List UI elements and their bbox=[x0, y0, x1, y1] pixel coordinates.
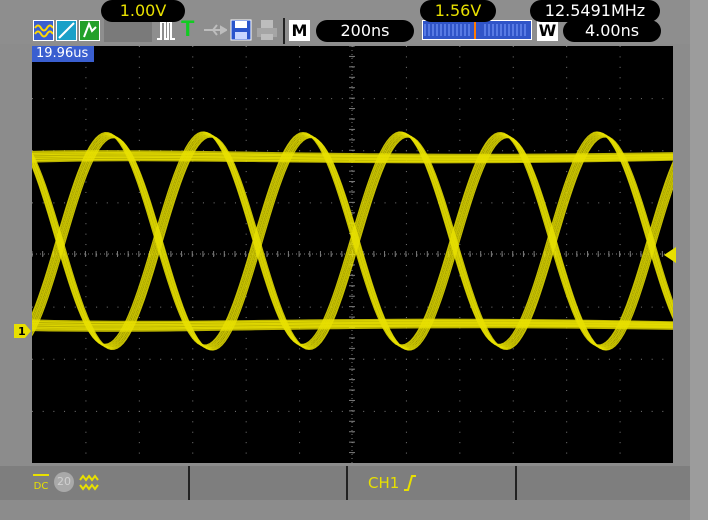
slope-icon[interactable] bbox=[56, 20, 77, 41]
side-scrollbar[interactable] bbox=[690, 0, 708, 520]
trigger-delay-tag[interactable]: 19.96us bbox=[32, 46, 95, 62]
trigger-status-letter: T bbox=[181, 16, 195, 41]
eye-diagram-traces bbox=[32, 131, 673, 351]
invert-icon bbox=[79, 473, 99, 493]
pulse-trigger-icon[interactable] bbox=[156, 19, 176, 41]
trigger-level-readout[interactable]: 1.56V bbox=[420, 0, 496, 22]
rising-edge-icon bbox=[404, 474, 416, 492]
channel-1-offset-marker[interactable]: 1 bbox=[14, 323, 31, 339]
bottom-divider-1 bbox=[188, 466, 190, 500]
window-timebase-letter: W bbox=[537, 20, 558, 41]
channel-1-marker-label: 1 bbox=[18, 325, 26, 338]
bottom-status-bar bbox=[0, 466, 690, 500]
bandwidth-limit-icon: 20 bbox=[54, 472, 74, 492]
trigger-level-marker[interactable] bbox=[664, 247, 676, 263]
coupling-label: DC bbox=[33, 481, 49, 492]
trigger-source-label: CH1 bbox=[368, 474, 400, 492]
save-icon[interactable] bbox=[230, 19, 252, 41]
frequency-counter-readout: 12.5491MHz bbox=[530, 0, 660, 22]
oscilloscope-display: T M 200ns W 4.00ns 19.96us 1 DC 20 1.00V… bbox=[0, 0, 708, 520]
top-divider bbox=[283, 18, 285, 44]
main-timebase-letter: M bbox=[289, 20, 310, 41]
memory-position-bar[interactable] bbox=[422, 20, 532, 40]
wave-mode-icon[interactable] bbox=[33, 20, 54, 41]
bottom-divider-2 bbox=[346, 466, 348, 500]
waveform-screen[interactable] bbox=[32, 46, 673, 463]
ch1-volts-div-readout[interactable]: 1.00V bbox=[101, 0, 185, 22]
window-timebase-readout[interactable]: 4.00ns bbox=[563, 20, 661, 42]
timebase-readout[interactable]: 200ns bbox=[316, 20, 414, 42]
bottom-divider-3 bbox=[515, 466, 517, 500]
usb-icon bbox=[203, 22, 228, 38]
dc-coupling-indicator: DC bbox=[33, 474, 49, 494]
run-icon[interactable] bbox=[79, 20, 100, 41]
print-icon[interactable] bbox=[256, 19, 278, 41]
